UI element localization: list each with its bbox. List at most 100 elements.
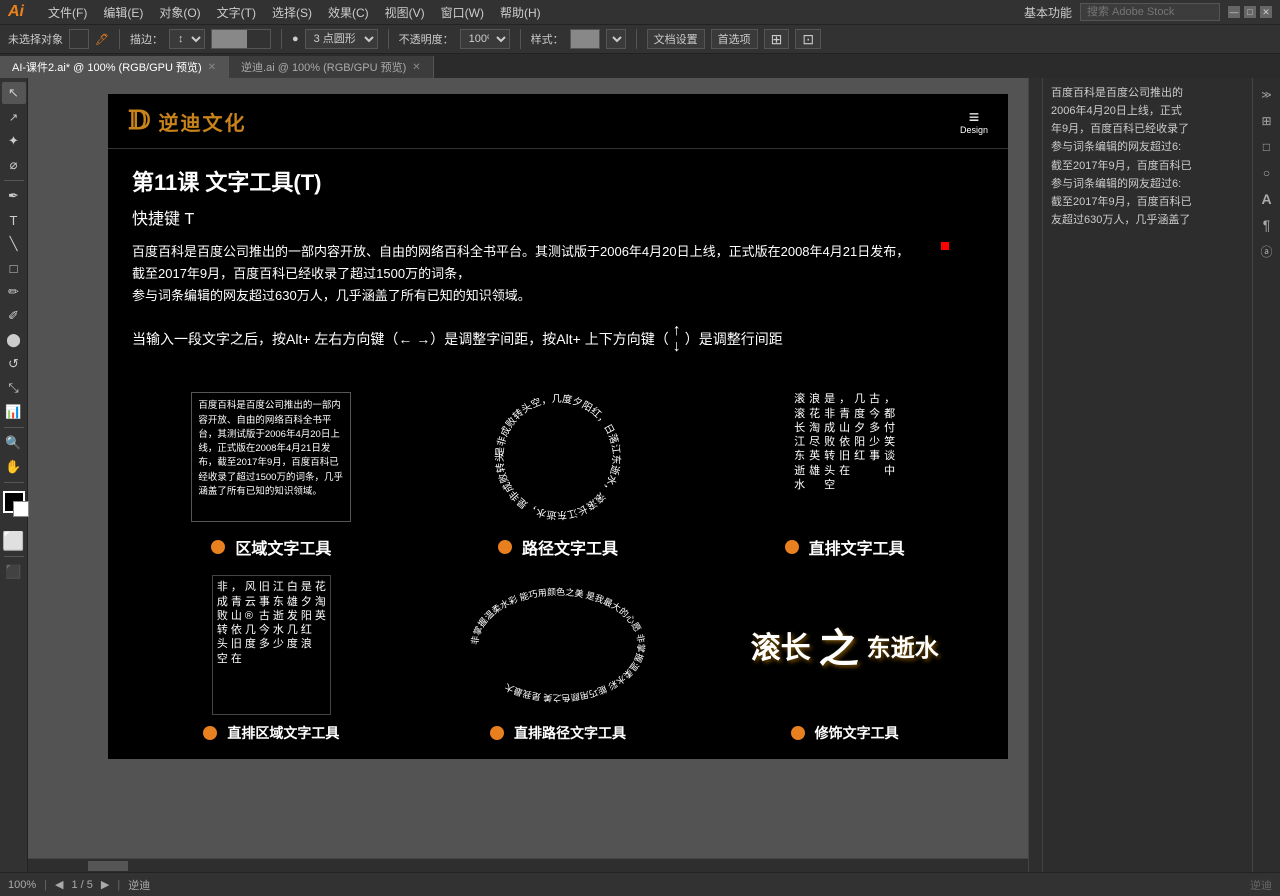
background-color[interactable] (13, 501, 29, 517)
doc-header: 𝔻 逆迪文化 ≡Design (108, 94, 1008, 149)
menu-view[interactable]: 视图(V) (385, 4, 425, 21)
selection-tool[interactable]: ↖ (2, 82, 26, 104)
type-tool[interactable]: T (2, 209, 26, 231)
separator-5 (636, 29, 637, 49)
doc-settings-button[interactable]: 文档设置 (647, 29, 705, 49)
doc-body: 第11课 文字工具(T) 快捷键 T 百度百科是百度公司推出的一部内容开放、自由… (108, 149, 1008, 387)
search-input[interactable] (1080, 3, 1220, 21)
direct-selection-tool[interactable]: ↗ (2, 106, 26, 128)
window-controls: — □ ✕ (1228, 6, 1272, 18)
path-circle-svg: 是非成败转头空，几度夕阳红，日落江东逝水，滚滚长江东逝水，是非成败转头空，依旧在… (483, 387, 633, 527)
eraser-tool[interactable]: ⬤ (2, 329, 26, 351)
page-number: 1 / 5 (71, 879, 92, 891)
separator-2 (281, 29, 282, 49)
vert-col-7: ，都付笑谈中 (884, 392, 895, 522)
view-arrange-button[interactable]: ⊡ (795, 29, 821, 49)
panel-icon-1[interactable]: ⊞ (1256, 110, 1278, 132)
tools-grid-row1: 百度百科是百度公司推出的一部内容开放、自由的网络百科全书平台，其测试版于2006… (108, 387, 1008, 575)
graph-tool[interactable]: 📊 (2, 401, 26, 423)
feature-dropdown[interactable]: 基本功能 (1024, 4, 1072, 21)
align-button[interactable]: ⊞ (764, 29, 790, 49)
tab-nidi-label: 逆迪.ai @ 100% (RGB/GPU 预览) (241, 59, 406, 75)
menu-effect[interactable]: 效果(C) (328, 4, 369, 21)
rotate-tool[interactable]: ↺ (2, 353, 26, 375)
style-select[interactable]: ▼ (606, 29, 626, 49)
scroll-thumb[interactable] (88, 861, 128, 871)
tab-nidi-close[interactable]: ✕ (412, 62, 420, 73)
menu-edit[interactable]: 编辑(E) (103, 4, 143, 21)
stroke-color-box[interactable] (69, 29, 89, 49)
close-button[interactable]: ✕ (1260, 6, 1272, 18)
color-icon[interactable]: 🖊 (95, 33, 109, 46)
hand-tool[interactable]: ✋ (2, 456, 26, 478)
panel-icon-paragraph[interactable]: ¶ (1256, 214, 1278, 236)
arrow-text: 当输入一段文字之后，按Alt+ 左右方向键（← →）是调整字间距，按Alt+ 上… (132, 323, 984, 355)
tab-ai-course-label: AI-课件2.ai* @ 100% (RGB/GPU 预览) (12, 59, 202, 75)
vert-col-1: 滚滚长江东逝水 (794, 392, 805, 522)
shortcut-label: 快捷键 T (132, 205, 984, 229)
doc-logo-text: 逆迪文化 (159, 107, 247, 136)
tabs-bar: AI-课件2.ai* @ 100% (RGB/GPU 预览) ✕ 逆迪.ai @… (0, 54, 1280, 78)
line-tool[interactable]: ╲ (2, 233, 26, 255)
scatter-select[interactable]: ↕ (169, 29, 205, 49)
vert-col-3: 是非成败转头空 (824, 392, 835, 522)
menu-text[interactable]: 文字(T) (217, 4, 256, 21)
vert-col-6: 古今多少事 (869, 392, 880, 522)
vertical-text-label: 直排文字工具 (785, 535, 905, 559)
pencil-tool[interactable]: ✐ (2, 305, 26, 327)
vert-col-5: 几度夕阳红 (854, 392, 865, 522)
left-tools-panel: ↖ ↗ ✦ ⌀ ✒ T ╲ □ ✏ ✐ ⬤ ↺ ⤡ 📊 🔍 ✋ ⬜ ⬛ (0, 78, 28, 872)
path-text-visual: 是非成败转头空，几度夕阳红，日落江东逝水，滚滚长江东逝水，是非成败转头空，依旧在… (419, 387, 698, 527)
decoration-text-visual: 滚长 之 东逝水 (705, 575, 984, 715)
none-fill[interactable]: ⬜ (2, 531, 24, 552)
panel-icon-2[interactable]: □ (1256, 136, 1278, 158)
panel-icon-glyph[interactable]: ⓐ (1256, 240, 1278, 262)
menu-select[interactable]: 选择(S) (272, 4, 312, 21)
maximize-button[interactable]: □ (1244, 6, 1256, 18)
magic-wand-tool[interactable]: ✦ (2, 130, 26, 152)
decoration-dot (791, 726, 805, 740)
nav-prev-btn[interactable]: ◀ (55, 878, 63, 891)
vertical-area-example: 非成败转头空 ，青山依旧在 风云®几度 旧事古今多 江东逝水少 (132, 575, 411, 743)
tab-ai-course-close[interactable]: ✕ (208, 62, 216, 73)
vertical-text-dot (785, 540, 799, 554)
vertical-path-label: 直排路径文字工具 (490, 723, 626, 743)
menu-file[interactable]: 文件(F) (48, 4, 87, 21)
brush-tool[interactable]: ✏ (2, 281, 26, 303)
zoom-tool[interactable]: 🔍 (2, 432, 26, 454)
shape-tool[interactable]: □ (2, 257, 26, 279)
foreground-color[interactable] (3, 491, 25, 513)
lasso-tool[interactable]: ⌀ (2, 154, 26, 176)
style-preview[interactable] (570, 29, 600, 49)
scale-tool[interactable]: ⤡ (2, 377, 26, 399)
panel-icon-text-a[interactable]: A (1256, 188, 1278, 210)
opacity-label: 不透明度： (399, 31, 454, 47)
opacity-select[interactable]: 100% (460, 29, 510, 49)
screen-mode-tool[interactable]: ⬛ (2, 561, 26, 583)
deco-text-2: 之 (819, 616, 859, 674)
vertical-text-visual: 滚滚长江东逝水 浪花淘尽英雄 是非成败转头空 ，青山依旧在 几度夕阳红 (705, 387, 984, 527)
canvas-area: 𝔻 逆迪文化 ≡Design 第11课 文字工具(T) 快捷键 T 百度百科是百… (28, 78, 1012, 872)
menu-object[interactable]: 对象(O) (159, 4, 200, 21)
fill-preview[interactable] (211, 29, 271, 49)
pen-tool[interactable]: ✒ (2, 185, 26, 207)
area-text-content: 百度百科是百度公司推出的一部内容开放、自由的网络百科全书平台，其测试版于2006… (191, 392, 351, 522)
tab-nidi[interactable]: 逆迪.ai @ 100% (RGB/GPU 预览) ✕ (229, 56, 434, 78)
panel-icon-circle[interactable]: ○ (1256, 162, 1278, 184)
doc-menu-icon[interactable]: ≡Design (960, 108, 988, 135)
menu-help[interactable]: 帮助(H) (500, 4, 541, 21)
scroll-right[interactable] (1028, 78, 1042, 872)
scroll-bottom[interactable] (28, 858, 1028, 872)
panel-expand-icon[interactable]: ≫ (1256, 84, 1278, 106)
preferences-button[interactable]: 首选项 (711, 29, 758, 49)
vertical-area-content: 非成败转头空 ，青山依旧在 风云®几度 旧事古今多 江东逝水少 (212, 575, 331, 715)
path-text-label: 路径文字工具 (498, 535, 618, 559)
menu-window[interactable]: 窗口(W) (441, 4, 484, 21)
minimize-button[interactable]: — (1228, 6, 1240, 18)
zoom-level[interactable]: 100% (8, 879, 36, 891)
vertical-area-label: 直排区域文字工具 (203, 723, 339, 743)
style-label: 样式： (531, 31, 564, 47)
nav-next-btn[interactable]: ▶ (101, 878, 109, 891)
point-type-select[interactable]: 3 点圆形 (305, 29, 378, 49)
tab-ai-course[interactable]: AI-课件2.ai* @ 100% (RGB/GPU 预览) ✕ (0, 56, 229, 78)
